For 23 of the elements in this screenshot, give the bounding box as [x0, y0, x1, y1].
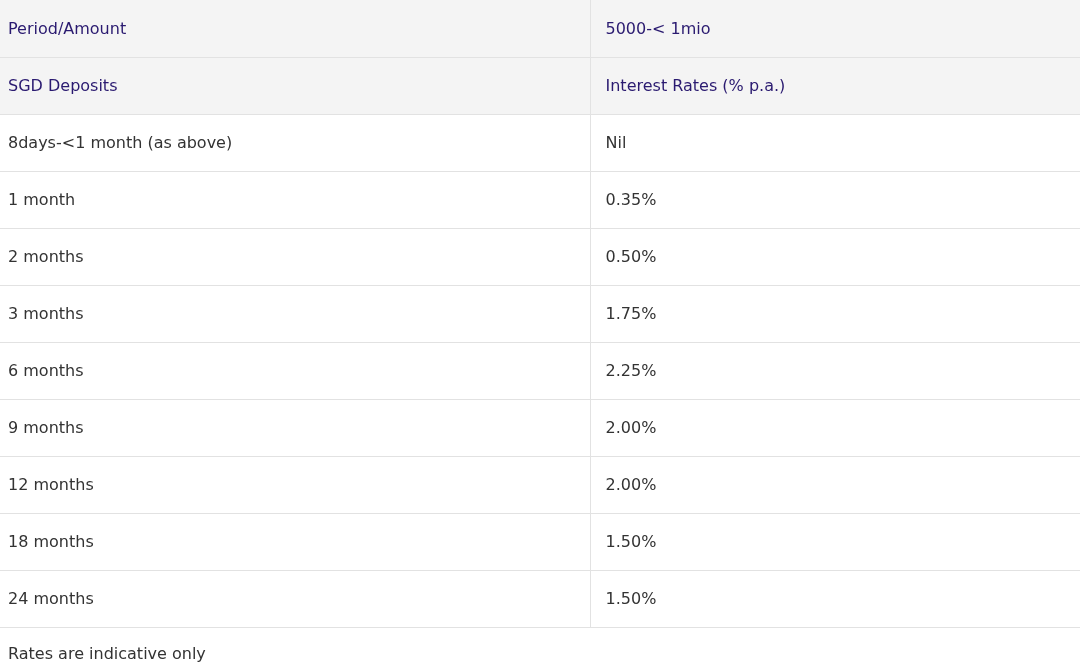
table-cell: 9 months	[0, 399, 590, 456]
table-cell: 0.35%	[590, 171, 1080, 228]
table-cell: 12 months	[0, 456, 590, 513]
footnote-text: Rates are indicative only	[7, 642, 207, 665]
table-cell: 0.50%	[590, 228, 1080, 285]
table-cell: 2 months	[0, 228, 590, 285]
table-cell: 6 months	[0, 342, 590, 399]
table-cell: 24 months	[0, 570, 590, 627]
table-cell: 2.00%	[590, 456, 1080, 513]
table-header-cell: SGD Deposits	[0, 57, 590, 114]
table-cell: 8days-<1 month (as above)	[0, 114, 590, 171]
table-cell: 1.75%	[590, 285, 1080, 342]
table-cell: 2.00%	[590, 399, 1080, 456]
table-cell: 3 months	[0, 285, 590, 342]
table-header-cell: Interest Rates (% p.a.)	[590, 57, 1080, 114]
table-cell: 1 month	[0, 171, 590, 228]
table-header-cell: 5000-< 1mio	[590, 0, 1080, 57]
table-cell: 18 months	[0, 513, 590, 570]
table-cell: 2.25%	[590, 342, 1080, 399]
table-header-cell: Period/Amount	[0, 0, 590, 57]
table-cell: 1.50%	[590, 570, 1080, 627]
table-cell: Nil	[590, 114, 1080, 171]
table-cell: 1.50%	[590, 513, 1080, 570]
